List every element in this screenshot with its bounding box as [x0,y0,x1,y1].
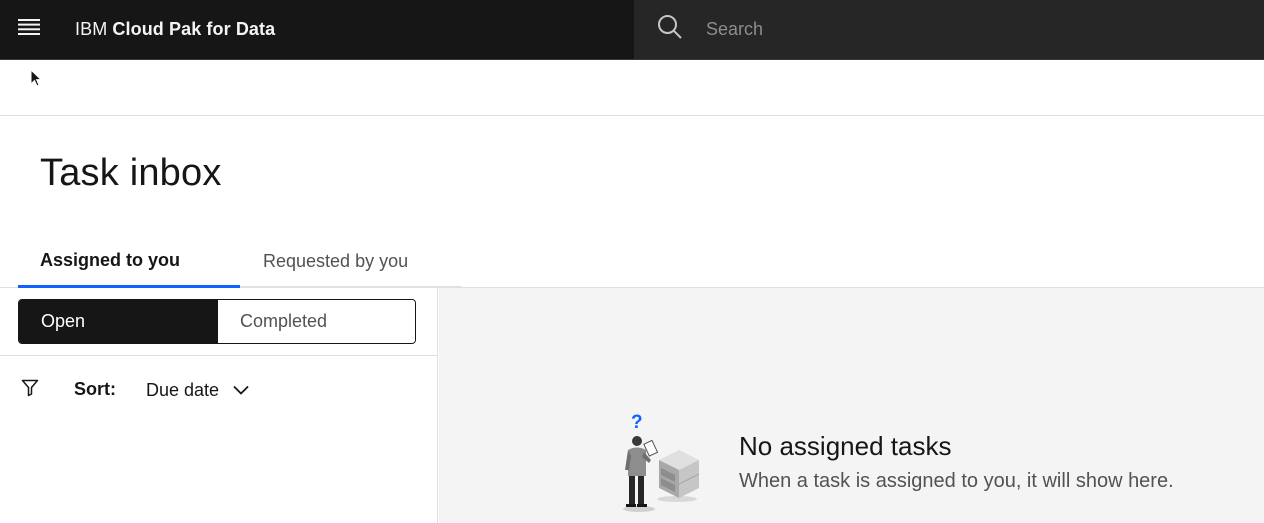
switch-label: Completed [240,311,328,331]
header-brand-area: IBM Cloud Pak for Data [0,0,634,60]
search-input[interactable] [706,0,1264,60]
sort-dropdown[interactable]: Due date [146,377,249,403]
brand-prefix: IBM [75,19,108,39]
hamburger-menu-button[interactable] [0,0,58,60]
person-with-cabinet-illustration: ? [609,408,709,518]
chevron-down-icon [233,385,249,395]
brand-name: Cloud Pak for Data [112,19,276,39]
question-mark: ? [631,412,643,433]
global-search-bar [634,0,1264,60]
tab-label: Assigned to you [40,250,181,270]
empty-state-title: No assigned tasks [739,431,952,461]
breadcrumb-bar [0,60,1264,116]
switch-completed[interactable]: Completed [217,300,415,343]
task-tabs: Assigned to you Requested by you [18,236,462,288]
search-button[interactable] [634,0,706,60]
status-content-switcher: Open Completed [18,299,416,344]
search-icon [657,14,683,45]
empty-state-description: When a task is assigned to you, it will … [739,470,1174,492]
hamburger-menu-icon [18,19,40,40]
task-list-panel: Open Completed Sort: Due date [0,288,438,523]
tab-requested-by-you[interactable]: Requested by you [240,236,462,288]
product-name-link[interactable]: IBM Cloud Pak for Data [75,19,275,40]
task-detail-panel: ? No assigned tasks When a task is assig… [439,288,1264,523]
switch-open[interactable]: Open [19,300,217,343]
top-header: IBM Cloud Pak for Data [0,0,1264,60]
filter-icon [21,379,39,402]
tab-assigned-to-you[interactable]: Assigned to you [18,236,240,288]
mouse-cursor-icon [30,68,43,92]
filter-button[interactable] [18,378,42,402]
page-title: Task inbox [40,152,222,194]
sort-label: Sort: [74,379,116,399]
panel-divider [0,355,437,356]
sort-value: Due date [146,379,220,400]
switch-label: Open [41,311,86,331]
tab-label: Requested by you [263,250,409,271]
